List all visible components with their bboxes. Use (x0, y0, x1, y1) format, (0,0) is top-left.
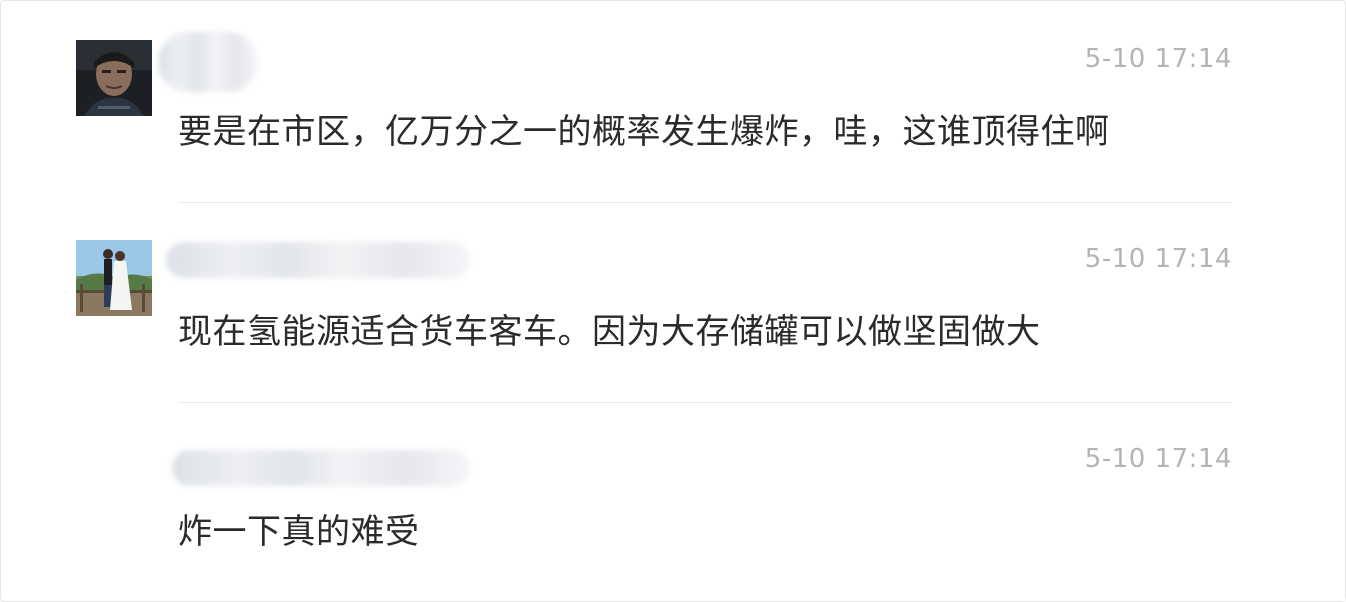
comment-text: 炸一下真的难受 (178, 512, 420, 552)
comment-timestamp: 5-10 17:14 (1084, 444, 1232, 474)
username-blurred[interactable] (172, 450, 470, 486)
comment-item: 5-10 17:14 要是在市区，亿万分之一的概率发生爆炸，哇，这谁顶得住啊 (0, 0, 1346, 200)
user-avatar-couple-photo-icon[interactable] (76, 240, 152, 316)
comment-timestamp: 5-10 17:14 (1084, 44, 1232, 74)
user-avatar-animated-character-icon[interactable] (76, 40, 152, 116)
username-blurred[interactable] (166, 242, 470, 278)
username-blurred[interactable] (158, 32, 258, 92)
comment-text: 现在氢能源适合货车客车。因为大存储罐可以做坚固做大 (178, 312, 1041, 352)
comment-text: 要是在市区，亿万分之一的概率发生爆炸，哇，这谁顶得住啊 (178, 112, 1110, 152)
comment-item: 5-10 17:14 炸一下真的难受 (0, 400, 1346, 600)
comment-timestamp: 5-10 17:14 (1084, 244, 1232, 274)
comment-item: 5-10 17:14 现在氢能源适合货车客车。因为大存储罐可以做坚固做大 (0, 200, 1346, 400)
